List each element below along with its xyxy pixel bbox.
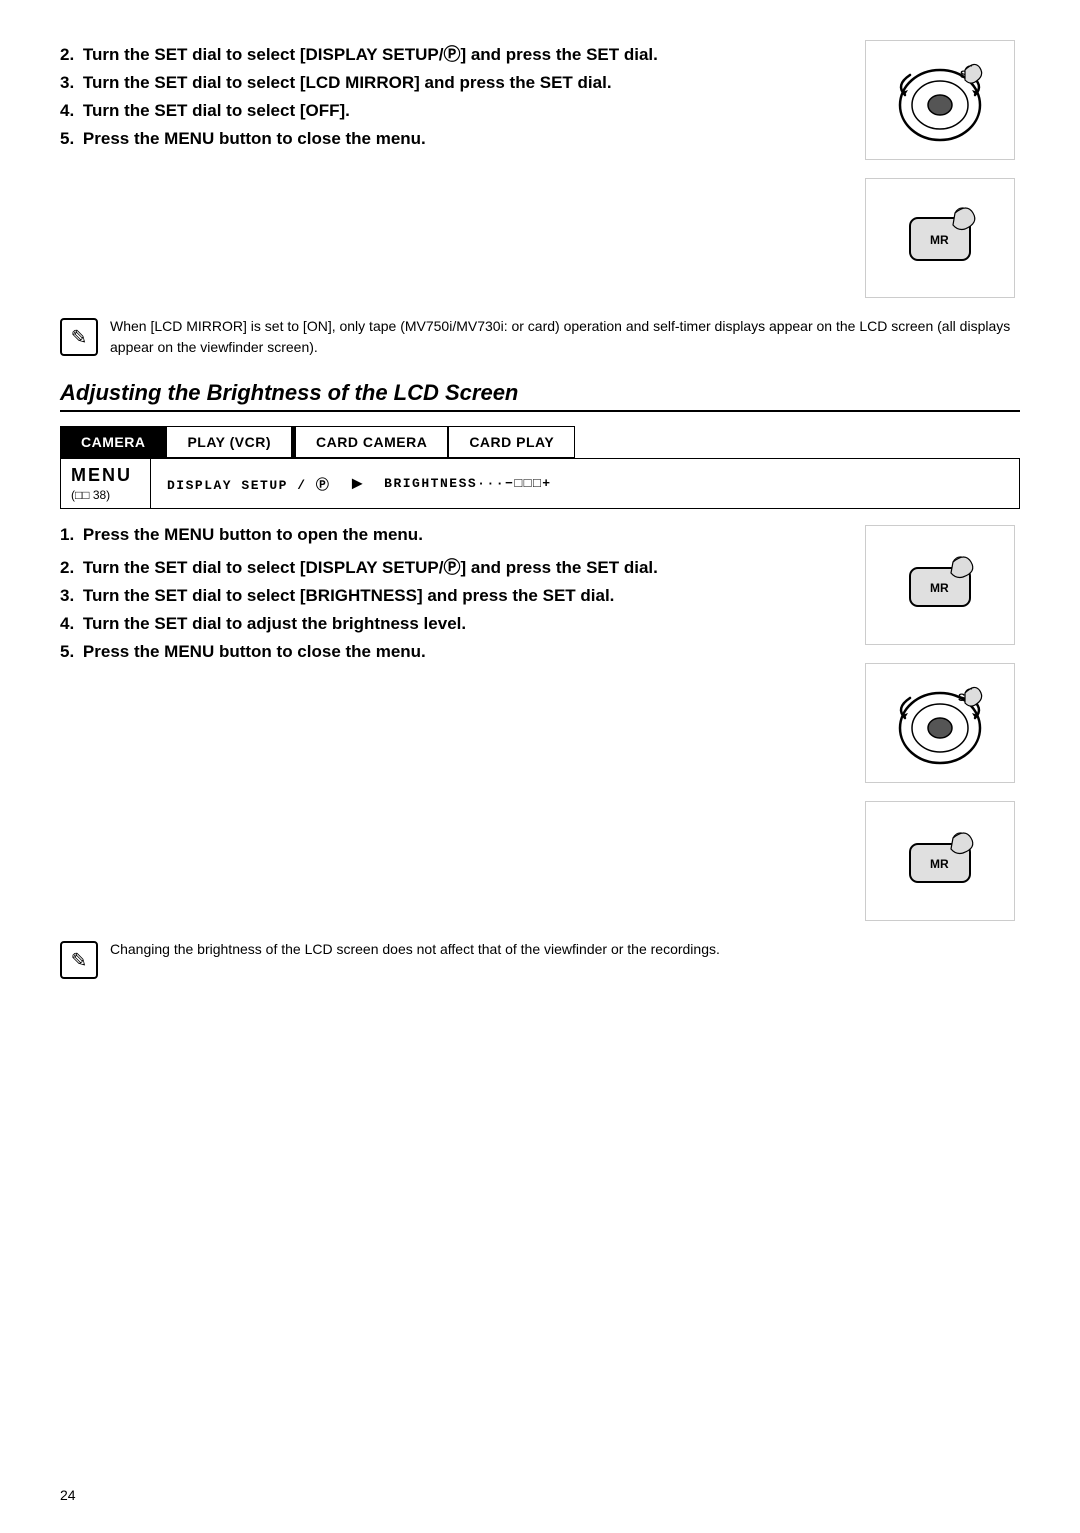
step-4: 4. Turn the SET dial to select [OFF]. <box>60 101 830 121</box>
menu-arrow-icon: ► <box>348 473 366 494</box>
menu-sub: (□□ 38) <box>71 488 140 502</box>
bottom-steps-list: 1. Press the MENU button to open the men… <box>60 525 830 662</box>
menu-button-image-bottom-open: MR <box>865 525 1015 645</box>
svg-text:MR: MR <box>930 581 949 595</box>
menu-button-icon: MR <box>885 193 995 283</box>
menu-label-block: MENU (□□ 38) <box>61 459 151 508</box>
tab-card-play[interactable]: CARD PLAY <box>448 426 575 458</box>
tab-camera[interactable]: CAMERA <box>60 426 166 458</box>
menu-button-open-icon: MR <box>885 540 995 630</box>
bottom-images: MR SET MR <box>860 525 1020 921</box>
menu-button-close-icon: MR <box>885 816 995 906</box>
set-dial-image-bottom: SET <box>865 663 1015 783</box>
note-icon-1: ✎ <box>60 318 98 356</box>
set-dial-icon: SET <box>875 50 1005 150</box>
step-3: 3. Turn the SET dial to select [LCD MIRR… <box>60 73 830 93</box>
tab-bar: CAMERA PLAY (VCR) CARD CAMERA CARD PLAY <box>60 426 1020 458</box>
menu-button-image-top: MR <box>865 178 1015 298</box>
note-icon-2: ✎ <box>60 941 98 979</box>
menu-word: MENU <box>71 465 140 486</box>
set-dial-icon-bottom: SET <box>875 673 1005 773</box>
bottom-instructions: 1. Press the MENU button to open the men… <box>60 525 860 670</box>
svg-text:MR: MR <box>930 857 949 871</box>
section-heading: Adjusting the Brightness of the LCD Scre… <box>60 380 1020 412</box>
note-text-1: When [LCD MIRROR] is set to [ON], only t… <box>110 316 1020 358</box>
menu-button-image-bottom-close: MR <box>865 801 1015 921</box>
menu-row: MENU (□□ 38) DISPLAY SETUP / Ⓟ ► BRIGHTN… <box>60 458 1020 509</box>
b-step-5: 5. Press the MENU button to close the me… <box>60 642 830 662</box>
b-step-1: 1. Press the MENU button to open the men… <box>60 525 830 545</box>
step-5: 5. Press the MENU button to close the me… <box>60 129 830 149</box>
top-images: SET MR <box>860 40 1020 298</box>
svg-text:MR: MR <box>930 233 949 247</box>
note-box-1: ✎ When [LCD MIRROR] is set to [ON], only… <box>60 316 1020 358</box>
b-step-2: 2. Turn the SET dial to select [DISPLAY … <box>60 553 830 578</box>
b-step-3: 3. Turn the SET dial to select [BRIGHTNE… <box>60 586 830 606</box>
tab-play-vcr[interactable]: PLAY (VCR) <box>166 426 292 458</box>
top-steps-list: 2. Turn the SET dial to select [DISPLAY … <box>60 40 830 149</box>
brightness-indicator: BRIGHTNESS···−□□□+ <box>384 476 551 491</box>
menu-display-setup: DISPLAY SETUP / Ⓟ <box>167 474 330 493</box>
b-step-4: 4. Turn the SET dial to adjust the brigh… <box>60 614 830 634</box>
step-2: 2. Turn the SET dial to select [DISPLAY … <box>60 40 830 65</box>
top-instructions: 2. Turn the SET dial to select [DISPLAY … <box>60 40 860 157</box>
tab-card-camera[interactable]: CARD CAMERA <box>295 426 448 458</box>
menu-content-block: DISPLAY SETUP / Ⓟ ► BRIGHTNESS···−□□□+ <box>151 459 1019 508</box>
page-number: 24 <box>60 1487 76 1503</box>
note-box-2: ✎ Changing the brightness of the LCD scr… <box>60 939 1020 979</box>
bottom-section: 1. Press the MENU button to open the men… <box>60 525 1020 921</box>
note-text-2: Changing the brightness of the LCD scree… <box>110 939 720 960</box>
top-section: 2. Turn the SET dial to select [DISPLAY … <box>60 40 1020 298</box>
set-dial-image-top: SET <box>865 40 1015 160</box>
